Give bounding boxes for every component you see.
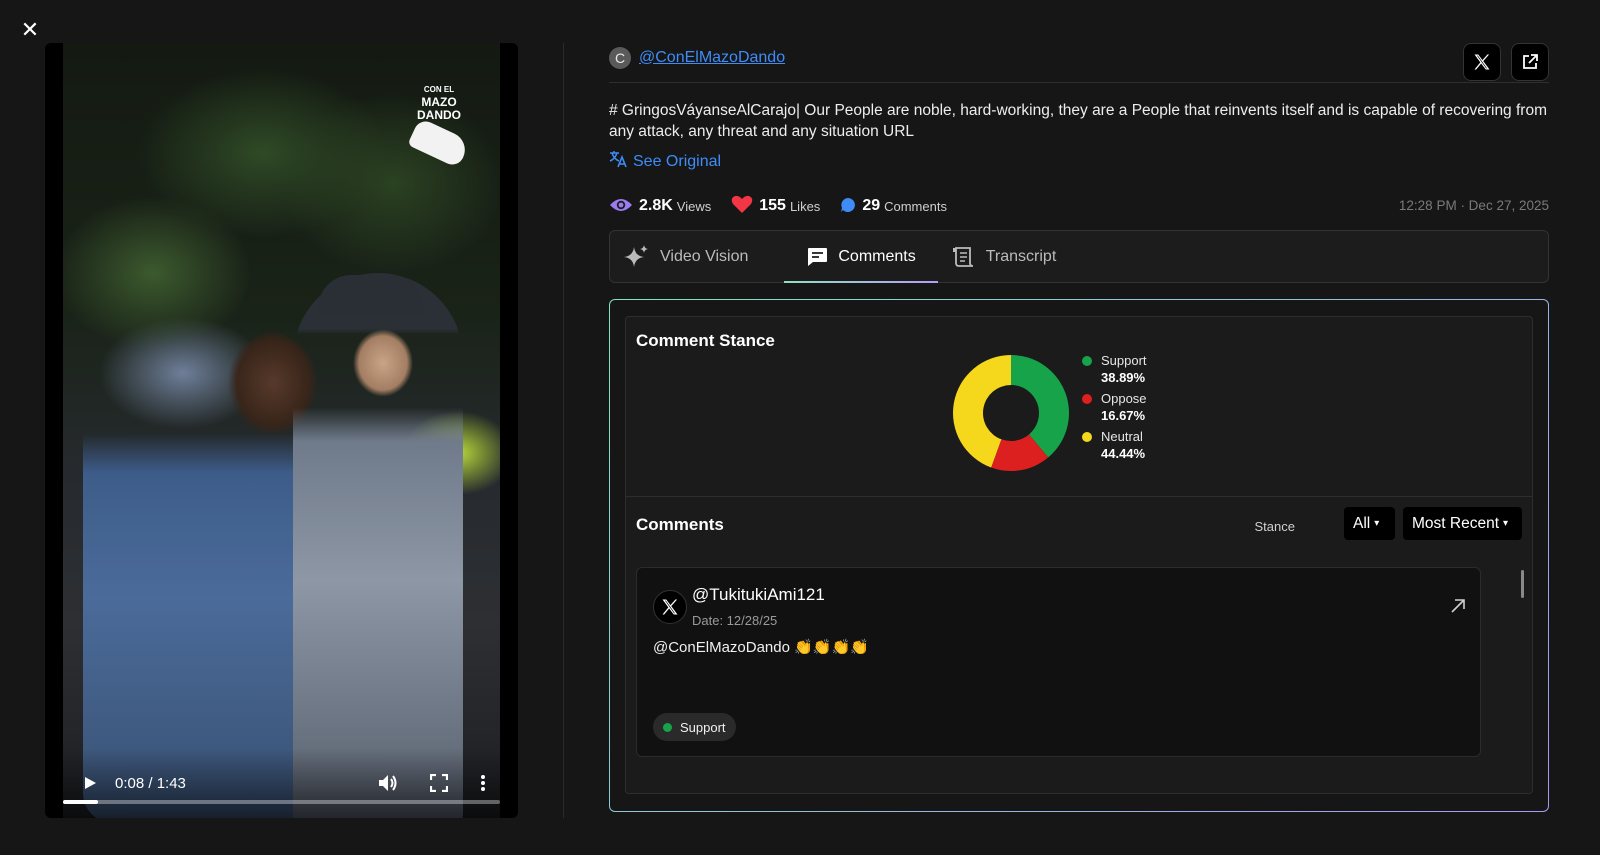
stance-donut-chart	[953, 355, 1069, 471]
x-logo-icon	[653, 590, 687, 624]
volume-icon[interactable]	[378, 774, 398, 792]
open-external-button[interactable]	[1511, 43, 1549, 81]
panel-divider	[563, 43, 564, 818]
comment-user: @TukitukiAmi121	[692, 585, 825, 604]
x-logo-button[interactable]	[1463, 43, 1501, 81]
comments-panel: Comment Stance Support 38.89% Oppose 16.…	[609, 299, 1549, 812]
stance-filter-label: Stance	[1254, 519, 1295, 534]
see-original-link[interactable]: See Original	[609, 150, 1549, 173]
tab-label: Comments	[838, 247, 916, 265]
comment-text: @ConElMazoDando 👏👏👏👏	[653, 639, 869, 656]
close-icon[interactable]: ✕	[18, 18, 42, 42]
video-frame: CON EL MAZO DANDO	[63, 43, 500, 818]
tab-video-vision[interactable]: Video Vision	[624, 231, 770, 282]
open-arrow-icon[interactable]	[1450, 598, 1466, 614]
comment-stance-card: Comment Stance Support 38.89% Oppose 16.…	[625, 316, 1533, 497]
sort-select[interactable]: Most Recent ▾	[1403, 507, 1522, 540]
eye-icon	[609, 197, 633, 216]
video-watermark-logo: CON EL MAZO DANDO	[404, 83, 474, 183]
post-stats: 2.8K Views 155 Likes 29 Comments 12:28 P…	[609, 195, 1549, 217]
legend-support-value: 38.89%	[1101, 370, 1146, 385]
video-person-right	[293, 273, 463, 818]
translate-icon	[609, 150, 627, 173]
chat-bubble-icon	[840, 197, 856, 216]
video-player[interactable]: CON EL MAZO DANDO 0:08 / 1:43	[45, 43, 518, 818]
tab-label: Transcript	[985, 247, 1057, 265]
oppose-dot	[1082, 393, 1092, 404]
chevron-down-icon: ▾	[1503, 518, 1509, 529]
likes-value: 155	[759, 197, 786, 214]
support-dot	[1082, 355, 1092, 366]
views-label: Views	[676, 198, 712, 214]
comments-list-card: Comments Stance All ▾ Most Recent ▾ @Tukit…	[625, 497, 1533, 794]
video-cap	[318, 275, 423, 315]
heart-icon	[731, 195, 753, 217]
post-detail-panel: C @ConElMazoDando # GringosVáyanseAlCara…	[609, 43, 1549, 812]
likes-stat: 155 Likes	[731, 195, 820, 217]
see-original-label: See Original	[633, 152, 722, 170]
stance-legend: Support 38.89% Oppose 16.67% Neutral 44.…	[1082, 353, 1147, 467]
video-time: 0:08 / 1:43	[115, 775, 186, 792]
legend-support: Support 38.89%	[1082, 353, 1147, 385]
avatar: C	[609, 46, 631, 69]
comment-date: Date: 12/28/25	[692, 613, 778, 628]
post-text: # GringosVáyanseAlCarajo| Our People are…	[609, 102, 1547, 140]
views-stat: 2.8K Views	[609, 197, 711, 216]
x-logo-icon	[1474, 54, 1490, 70]
stance-title: Comment Stance	[636, 331, 775, 350]
chevron-down-icon: ▾	[1374, 518, 1380, 529]
video-controls: 0:08 / 1:43	[63, 748, 500, 818]
sparkle-icon	[624, 244, 650, 270]
legend-oppose-value: 16.67%	[1101, 408, 1146, 423]
external-link-icon	[1523, 54, 1538, 69]
author-row: C @ConElMazoDando	[609, 43, 1549, 83]
tab-transcript[interactable]: Transcript	[952, 231, 1079, 282]
legend-neutral: Neutral 44.44%	[1082, 429, 1147, 461]
post-timestamp: 12:28 PM · Dec 27, 2025	[1398, 198, 1549, 213]
detail-tabs: Video Vision Comments Transcript	[609, 230, 1549, 283]
scroll-icon	[952, 246, 976, 268]
support-dot	[663, 722, 672, 732]
post-actions	[1463, 43, 1549, 81]
stance-badge: Support	[653, 713, 736, 741]
video-progress-bar[interactable]	[63, 800, 500, 804]
play-icon[interactable]	[83, 776, 97, 790]
comment-item: @TukitukiAmi121 Date: 12/28/25 @ConElMaz…	[636, 567, 1481, 757]
comment-icon	[806, 247, 828, 267]
likes-label: Likes	[789, 198, 821, 214]
tab-label: Video Vision	[660, 247, 749, 265]
comments-stat: 29 Comments	[840, 197, 947, 216]
legend-neutral-value: 44.44%	[1101, 446, 1146, 461]
comments-label: Comments	[884, 198, 947, 214]
comments-scrollbar[interactable]	[1521, 570, 1524, 598]
more-options-icon[interactable]	[478, 774, 488, 792]
comments-title: Comments	[636, 515, 724, 534]
neutral-dot	[1082, 431, 1092, 442]
fullscreen-icon[interactable]	[429, 773, 449, 793]
author-handle-link[interactable]: @ConElMazoDando	[639, 49, 785, 67]
legend-oppose: Oppose 16.67%	[1082, 391, 1147, 423]
comments-value: 29	[862, 197, 881, 214]
stance-filter-select[interactable]: All ▾	[1344, 507, 1395, 540]
views-value: 2.8K	[639, 197, 673, 214]
tab-comments[interactable]: Comments	[784, 231, 939, 283]
video-progress-fill	[63, 800, 98, 804]
